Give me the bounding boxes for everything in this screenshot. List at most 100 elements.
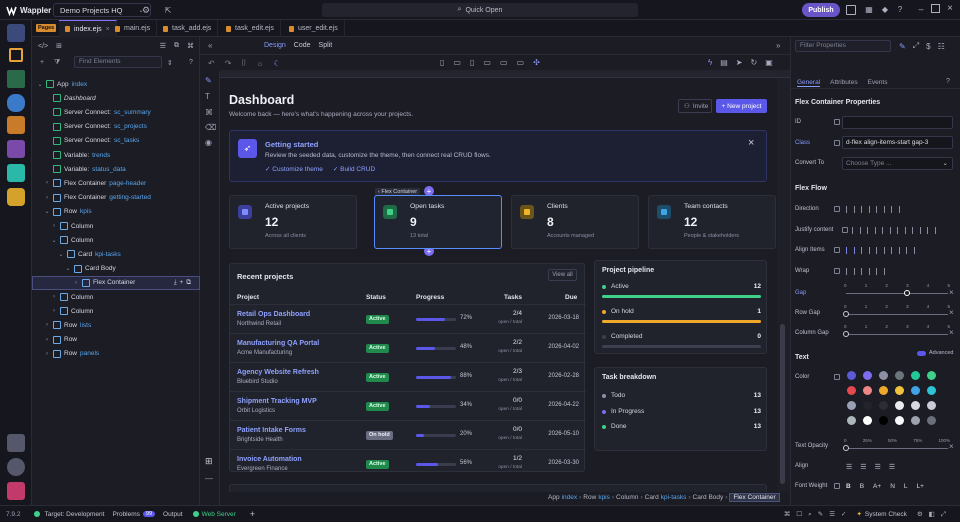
quick-open-search[interactable]: ⌕ Quick Open [322,3,638,17]
text-opacity-slider[interactable] [843,445,948,451]
tree-node[interactable]: Dashboard [32,91,200,105]
breadcrumb-item[interactable]: App index [548,494,577,501]
direction-options[interactable] [846,206,900,213]
color-swatch[interactable] [911,386,920,395]
color-swatch[interactable] [927,371,936,380]
project-name-link[interactable]: Retail Ops Dashboard [237,311,310,318]
font-weight-options[interactable]: B B A+ N L L+ [846,483,924,490]
color-swatch[interactable] [879,416,888,425]
project-name-link[interactable]: Patient Intake Forms [237,427,306,434]
bind-icon[interactable] [842,227,848,233]
device-laptop-icon[interactable]: ▭ [483,58,491,67]
tab-main[interactable]: main.ejs [109,20,158,37]
code-icon[interactable]: </> [38,43,48,50]
tab-events[interactable]: Events [868,79,888,86]
tree-node[interactable]: › Flex Container page-header [32,176,200,190]
tree-node[interactable]: › Column [32,219,200,233]
bind-icon[interactable] [834,206,840,212]
tree-node[interactable]: › Row panels [32,347,200,361]
brush-icon[interactable]: ⌘ [205,108,213,117]
project-name-link[interactable]: Manufacturing QA Portal [237,340,319,347]
assets-icon[interactable] [7,140,25,158]
layout-icon[interactable] [846,5,856,15]
canvas-scrollbar[interactable] [777,78,790,492]
copy-icon[interactable]: ⧉ [174,42,179,50]
edit-properties-icon[interactable]: ✎ [899,42,906,51]
color-swatch[interactable] [847,386,856,395]
tree-node[interactable]: › Row lists [32,318,200,332]
tree-node[interactable]: ⌄ Row kpis [32,205,200,219]
web-server-tab[interactable]: Web Server [202,511,236,518]
hierarchy-icon[interactable]: ⌘ [187,42,194,50]
color-swatch[interactable] [927,401,936,410]
align-items-options[interactable] [846,247,915,254]
tree-node[interactable]: › Flex Container getting-started [32,191,200,205]
color-swatch[interactable] [863,371,872,380]
add-icon[interactable]: + [250,509,255,519]
tab-task-edit[interactable]: task_edit.ejs [220,20,281,37]
pages-tag[interactable]: Pages [36,24,57,32]
maximize-icon[interactable] [931,4,940,13]
color-swatch[interactable] [895,401,904,410]
row-gap-slider[interactable] [843,311,948,317]
table-row[interactable]: Manufacturing QA Portal Acme Manufacturin… [230,333,586,362]
expand-icon[interactable]: ⤢ [913,41,919,51]
extensions-icon[interactable] [7,188,25,206]
bind-icon[interactable] [834,247,840,253]
bind-icon[interactable] [834,483,840,489]
mode-split[interactable]: Split [319,42,333,49]
redo-icon[interactable]: ↷ [225,59,232,68]
breadcrumb-item[interactable]: Row kpis [583,494,610,501]
settings-gear-icon[interactable]: ⚙ [141,5,151,15]
moon-icon[interactable]: ☾ [274,59,281,68]
table-row[interactable]: Retail Ops Dashboard Northwind Retail Acti… [230,304,586,333]
tab-attributes[interactable]: Attributes [830,79,857,86]
device-desktop-icon[interactable]: ▭ [500,58,508,67]
column-gap-slider[interactable] [843,331,948,337]
dock-icon[interactable]: ▤ [720,58,728,67]
undo-icon[interactable]: ↶ [208,59,215,68]
color-swatch[interactable] [847,416,856,425]
send-icon[interactable]: ➤ [736,58,743,67]
refresh-icon[interactable]: ↻ [751,58,758,67]
clear-opacity-icon[interactable]: × [949,442,954,451]
breadcrumb-item[interactable]: Card Body [693,494,724,501]
filter-properties-input[interactable]: Filter Properties [795,40,891,52]
status-extra-icons[interactable]: ⚙◧⤢ [917,510,952,519]
status-tools[interactable]: ⌘☐⌕✎☰✓ [784,510,853,519]
cloud-icon[interactable] [7,434,25,452]
tree-node[interactable]: › Row [32,333,200,347]
mode-code[interactable]: Code [294,42,311,49]
chevron-right-icon[interactable]: › [51,294,57,300]
find-elements-input[interactable]: Find Elements [74,56,162,68]
edit-pen-icon[interactable]: ✎ [205,76,212,85]
export-icon[interactable]: ⇱ [163,5,173,15]
chevron-right-icon[interactable]: › [44,322,50,328]
font-weight-option[interactable]: L [904,483,908,490]
pages-icon[interactable] [7,24,25,42]
close-icon[interactable]: × [945,3,955,14]
clear-row-gap-icon[interactable]: × [949,308,954,317]
color-swatch[interactable] [863,386,872,395]
flash-icon[interactable]: ϟ [708,58,712,67]
color-swatch[interactable] [879,401,888,410]
tree-node[interactable]: › Column [32,304,200,318]
chevron-right-icon[interactable]: › [44,180,50,186]
trash-icon[interactable]: ⌫ [205,123,216,132]
device-mobile-icon[interactable]: ▯ [440,58,444,67]
tree-node[interactable]: ⌄ App index [32,77,200,91]
device-tablet-icon[interactable]: ▭ [453,58,461,67]
justify-options[interactable] [852,227,936,234]
tree-node[interactable]: › Column [32,290,200,304]
output-tab[interactable]: Output [163,511,183,518]
bind-icon[interactable] [834,140,840,146]
tree-node[interactable]: Variable: status_data [32,162,200,176]
font-weight-option[interactable]: N [890,483,895,490]
color-swatch[interactable] [911,416,920,425]
chevron-right-icon[interactable]: › [51,308,57,314]
chevron-right-icon[interactable]: › [44,195,50,201]
bind-icon[interactable] [834,119,840,125]
collapse-right-icon[interactable]: » [776,41,780,50]
text-align-options[interactable]: ☰ ☰ ☰ ☰ [846,463,895,471]
tree-node[interactable]: ⌄ Card kpi-tasks [32,247,200,261]
